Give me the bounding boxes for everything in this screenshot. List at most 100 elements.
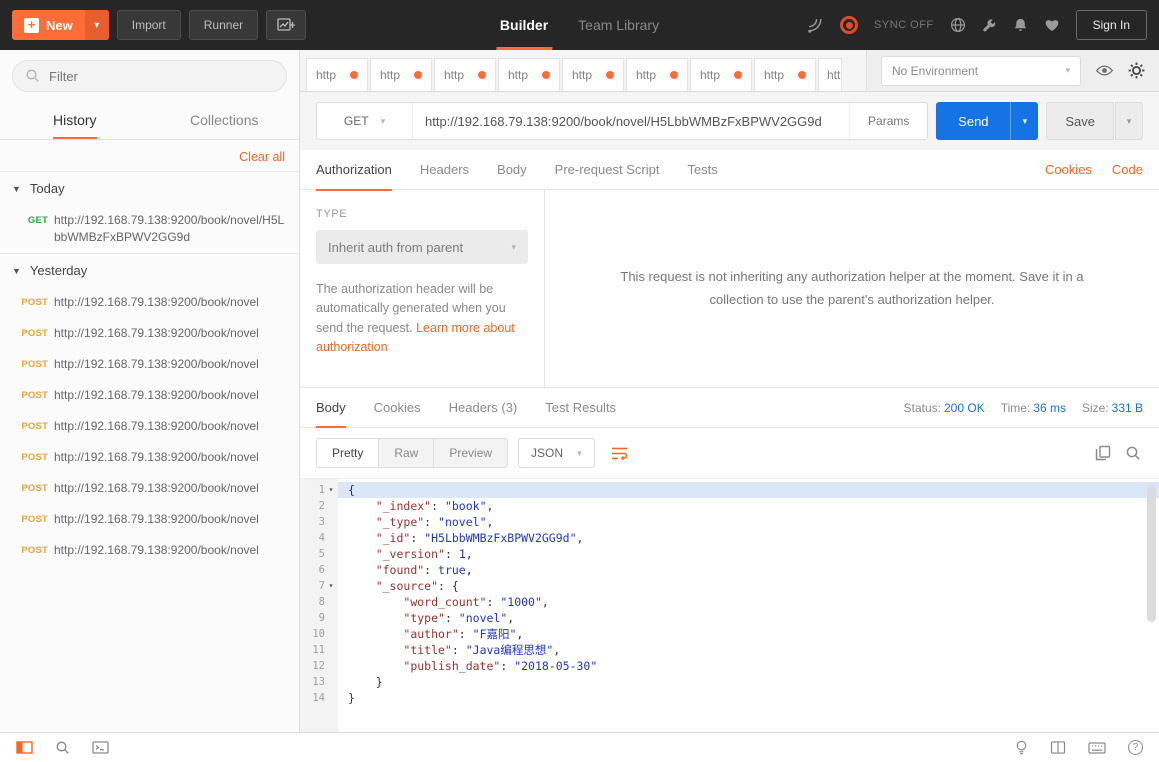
code-text: "_id": "H5LbbWMBzFxBPWV2GG9d", bbox=[338, 530, 1159, 546]
response-body-editor[interactable]: 1▾ { 2▾ "_index": "book", 3▾ bbox=[300, 478, 1159, 732]
request-tab[interactable]: http bbox=[754, 58, 816, 91]
code-line: 12▾ "publish_date": "2018-05-30" bbox=[300, 658, 1159, 674]
plus-icon: + bbox=[24, 18, 39, 33]
line-number-gutter: 8▾ bbox=[300, 594, 338, 610]
help-icon[interactable]: ? bbox=[1128, 740, 1143, 755]
response-tab[interactable]: Test Results bbox=[545, 388, 616, 427]
clear-all-link[interactable]: Clear all bbox=[239, 150, 285, 164]
sidebar-toggle-icon[interactable] bbox=[16, 741, 33, 754]
history-item[interactable]: POST http://192.168.79.138:9200/book/nov… bbox=[0, 504, 299, 535]
filter-input[interactable] bbox=[12, 60, 287, 92]
history-item[interactable]: POST http://192.168.79.138:9200/book/nov… bbox=[0, 380, 299, 411]
method-value: GET bbox=[344, 114, 369, 128]
history-item[interactable]: POST http://192.168.79.138:9200/book/nov… bbox=[0, 318, 299, 349]
method-select[interactable]: GET ▾ bbox=[317, 103, 413, 139]
search-icon bbox=[25, 68, 40, 83]
search-response-icon[interactable] bbox=[1123, 443, 1143, 463]
fold-caret-icon[interactable]: ▾ bbox=[326, 482, 336, 498]
interceptor-satellite-icon[interactable] bbox=[807, 17, 824, 34]
request-tab[interactable]: http bbox=[434, 58, 496, 91]
request-section-tab[interactable]: Authorization bbox=[316, 150, 392, 190]
request-tab-label: http bbox=[636, 68, 656, 82]
bootcamp-bulb-icon[interactable] bbox=[1015, 740, 1028, 756]
code-text: "title": "Java编程思想", bbox=[338, 642, 1159, 658]
history-item[interactable]: POST http://192.168.79.138:9200/book/nov… bbox=[0, 349, 299, 380]
code-line: 3▾ "_type": "novel", bbox=[300, 514, 1159, 530]
request-tab[interactable]: http bbox=[562, 58, 624, 91]
support-globe-icon[interactable] bbox=[950, 17, 966, 33]
request-tab[interactable]: http bbox=[626, 58, 688, 91]
two-pane-layout-icon[interactable] bbox=[1050, 741, 1066, 754]
copy-icon[interactable] bbox=[1093, 443, 1113, 463]
import-button[interactable]: Import bbox=[117, 10, 181, 40]
line-number-gutter: 13▾ bbox=[300, 674, 338, 690]
environment-preview-eye-icon[interactable] bbox=[1095, 64, 1114, 77]
format-select[interactable]: JSON ▾ bbox=[518, 438, 595, 468]
url-input[interactable] bbox=[413, 103, 849, 139]
code-text: } bbox=[338, 674, 1159, 690]
history-group-yesterday[interactable]: ▼ Yesterday bbox=[0, 253, 299, 287]
console-icon[interactable] bbox=[92, 741, 109, 754]
response-tab[interactable]: Headers (3) bbox=[449, 388, 518, 427]
history-item[interactable]: POST http://192.168.79.138:9200/book/nov… bbox=[0, 411, 299, 442]
history-item[interactable]: POST http://192.168.79.138:9200/book/nov… bbox=[0, 535, 299, 566]
request-tab[interactable]: http bbox=[306, 58, 368, 91]
line-number-gutter: 10▾ bbox=[300, 626, 338, 642]
new-button[interactable]: + New ▾ bbox=[12, 10, 109, 40]
request-tab[interactable]: http bbox=[370, 58, 432, 91]
history-item[interactable]: POST http://192.168.79.138:9200/book/nov… bbox=[0, 473, 299, 504]
sync-status: SYNC OFF bbox=[874, 19, 934, 31]
response-tab[interactable]: Body bbox=[316, 388, 346, 427]
send-dropdown-caret[interactable]: ▾ bbox=[1010, 102, 1038, 140]
code-line: 11▾ "title": "Java编程思想", bbox=[300, 642, 1159, 658]
response-tab[interactable]: Cookies bbox=[374, 388, 421, 427]
history-item[interactable]: POST http://192.168.79.138:9200/book/nov… bbox=[0, 287, 299, 318]
fold-caret-icon[interactable]: ▾ bbox=[326, 578, 336, 594]
new-dropdown-caret[interactable]: ▾ bbox=[85, 10, 109, 40]
view-mode-button[interactable]: Preview bbox=[434, 439, 507, 467]
request-tab[interactable]: http bbox=[818, 58, 842, 91]
cookies-link[interactable]: Cookies bbox=[1045, 162, 1092, 177]
favorites-heart-icon[interactable] bbox=[1044, 18, 1060, 32]
sign-in-button[interactable]: Sign In bbox=[1076, 10, 1147, 40]
notifications-bell-icon[interactable] bbox=[1013, 17, 1028, 33]
wrap-text-icon[interactable] bbox=[605, 438, 635, 468]
save-dropdown-caret[interactable]: ▾ bbox=[1115, 102, 1143, 140]
settings-gear-icon[interactable] bbox=[1128, 62, 1145, 79]
method-badge: POST bbox=[8, 418, 48, 435]
params-button[interactable]: Params bbox=[849, 103, 927, 139]
shortcuts-keyboard-icon[interactable] bbox=[1088, 742, 1106, 754]
auth-type-select[interactable]: Inherit auth from parent ▾ bbox=[316, 230, 528, 264]
scrollbar-thumb[interactable] bbox=[1147, 485, 1156, 622]
code-link[interactable]: Code bbox=[1112, 162, 1143, 177]
global-search-icon[interactable] bbox=[55, 740, 70, 755]
code-text: "word_count": "1000", bbox=[338, 594, 1159, 610]
request-section-tab[interactable]: Body bbox=[497, 150, 527, 190]
collapse-caret-icon: ▼ bbox=[12, 266, 21, 276]
tab-collections[interactable]: Collections bbox=[150, 102, 300, 139]
history-item[interactable]: GET http://192.168.79.138:9200/book/nove… bbox=[0, 205, 299, 253]
view-mode-button[interactable]: Pretty bbox=[317, 439, 379, 467]
history-group-today[interactable]: ▼ Today bbox=[0, 171, 299, 205]
request-tab[interactable]: http bbox=[690, 58, 752, 91]
settings-wrench-icon[interactable] bbox=[982, 18, 997, 33]
chevron-down-icon: ▾ bbox=[511, 242, 516, 253]
workspace-icon bbox=[277, 18, 295, 32]
environment-selector[interactable]: No Environment ▾ bbox=[881, 56, 1081, 86]
tab-history[interactable]: History bbox=[0, 102, 150, 139]
view-mode-button[interactable]: Raw bbox=[379, 439, 434, 467]
new-workspace-button[interactable] bbox=[266, 10, 306, 40]
response-meta: Status:200 OK Time:36 ms Size:331 B bbox=[904, 401, 1143, 415]
editor-scrollbar[interactable] bbox=[1147, 485, 1156, 722]
request-tab[interactable]: http bbox=[498, 58, 560, 91]
request-section-tab[interactable]: Pre-request Script bbox=[555, 150, 660, 190]
runner-button[interactable]: Runner bbox=[189, 10, 258, 40]
history-item[interactable]: POST http://192.168.79.138:9200/book/nov… bbox=[0, 442, 299, 473]
request-section-tab[interactable]: Headers bbox=[420, 150, 469, 190]
capture-requests-icon[interactable] bbox=[840, 16, 858, 34]
nav-builder[interactable]: Builder bbox=[500, 0, 548, 50]
nav-team-library[interactable]: Team Library bbox=[578, 0, 659, 50]
send-button[interactable]: Send bbox=[936, 102, 1010, 140]
request-section-tab[interactable]: Tests bbox=[687, 150, 717, 190]
save-button[interactable]: Save bbox=[1046, 102, 1114, 140]
